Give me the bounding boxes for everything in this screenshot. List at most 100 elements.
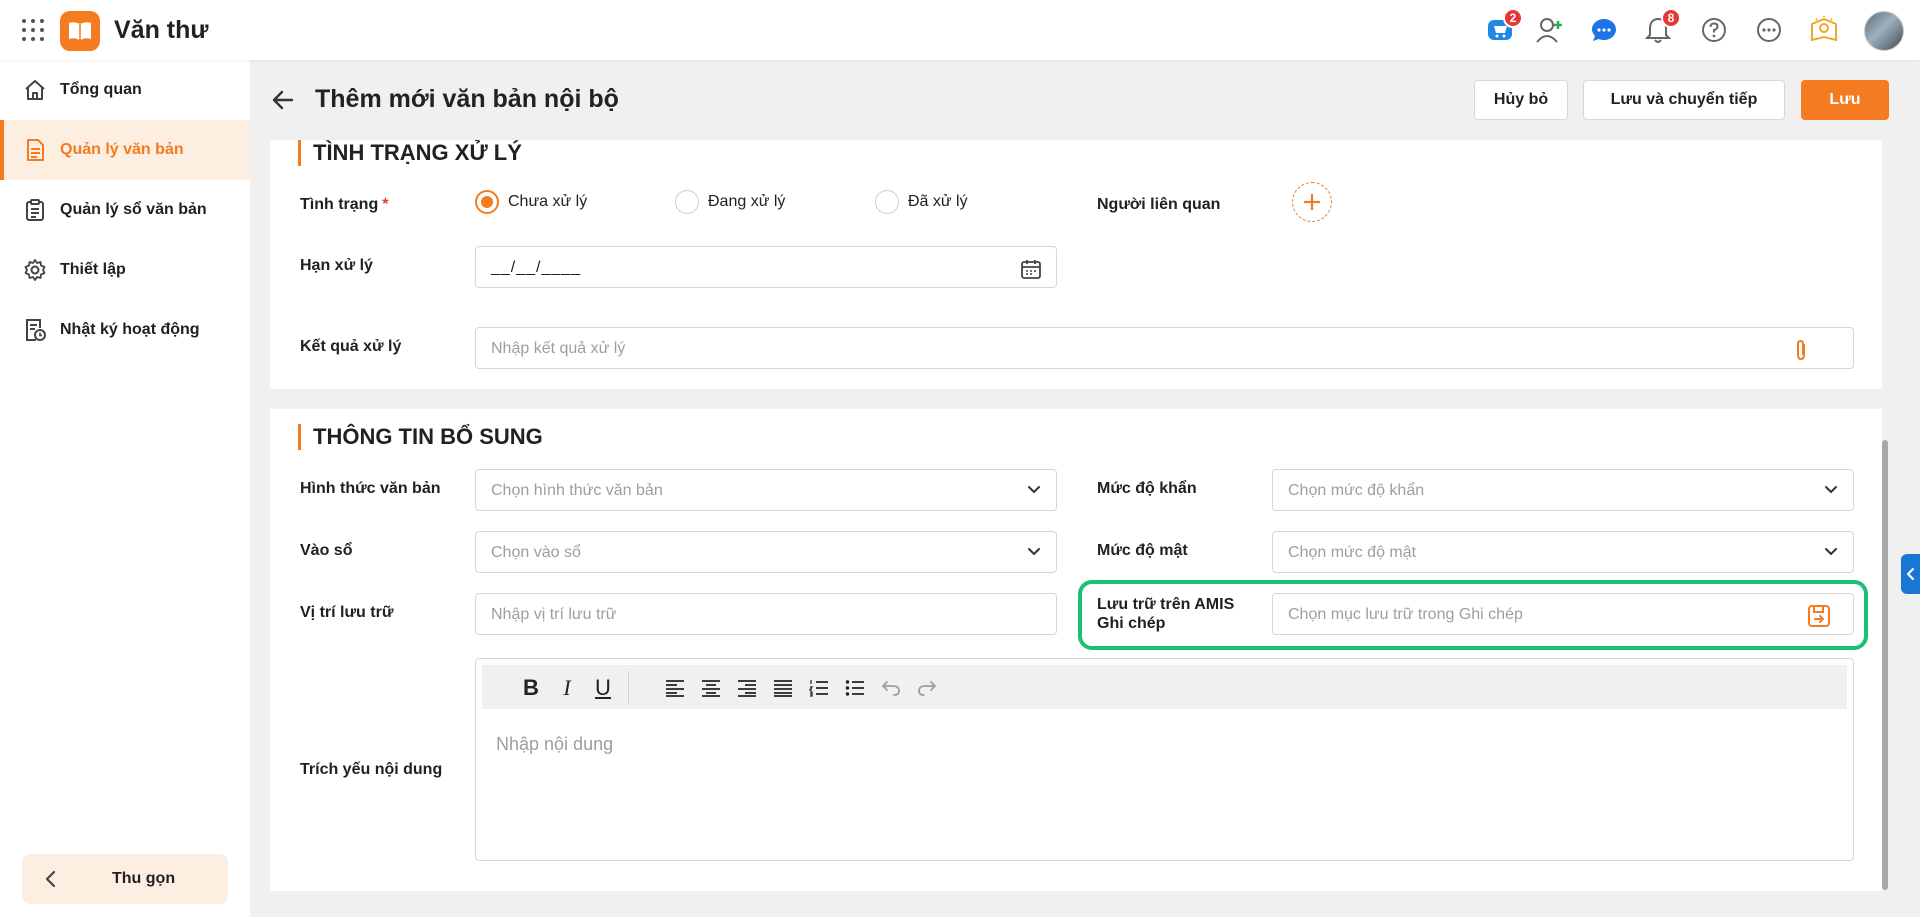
avatar[interactable]: [1864, 11, 1904, 51]
radio-circle: [675, 190, 699, 214]
additional-info-section: THÔNG TIN BỔ SUNG Hình thức văn bản Chọn…: [270, 409, 1882, 891]
result-label: Kết quả xử lý: [300, 338, 402, 355]
more-icon[interactable]: [1752, 13, 1786, 47]
collapse-sidebar-button[interactable]: Thu gọn: [22, 854, 228, 904]
cancel-button[interactable]: Hủy bỏ: [1474, 80, 1568, 120]
save-to-notes-icon[interactable]: [1807, 604, 1831, 633]
status-radio-not-processed[interactable]: Chưa xử lý: [475, 190, 587, 214]
confidentiality-label: Mức độ mật: [1097, 542, 1188, 559]
save-button[interactable]: Lưu: [1801, 80, 1889, 120]
required-mark: *: [382, 196, 389, 213]
date-mask: __/__/____: [491, 259, 582, 276]
summary-placeholder: Nhập nội dung: [496, 734, 614, 754]
urgency-select[interactable]: Chọn mức độ khẩn: [1272, 469, 1854, 511]
summary-label: Trích yếu nội dung: [300, 761, 443, 778]
register-select[interactable]: Chọn vào sổ: [475, 531, 1057, 573]
register-placeholder: Chọn vào sổ: [491, 544, 581, 561]
shopping-cart-icon[interactable]: 2: [1483, 8, 1523, 47]
urgency-label: Mức độ khẩn: [1097, 480, 1197, 497]
scroll-thumb[interactable]: [1882, 440, 1888, 890]
back-arrow-icon[interactable]: [272, 90, 294, 115]
sidebar-item-label: Quản lý văn bản: [60, 141, 184, 158]
apps-grid-icon[interactable]: [22, 19, 44, 41]
amis-storage-placeholder: Chọn mục lưu trữ trong Ghi chép: [1288, 606, 1523, 623]
save-and-forward-button[interactable]: Lưu và chuyển tiếp: [1583, 80, 1785, 120]
top-bar: Văn thư 2 8: [0, 0, 1920, 60]
home-icon: [22, 77, 48, 103]
add-user-icon[interactable]: [1533, 13, 1567, 47]
chevron-down-icon: [1823, 545, 1839, 564]
bullet-list-icon[interactable]: [842, 675, 868, 701]
sidebar-item-register-management[interactable]: Quản lý sổ văn bản: [0, 180, 250, 240]
status-label-text: Tình trạng: [300, 196, 379, 213]
chevron-down-icon: [1026, 545, 1042, 564]
sidebar-item-settings[interactable]: Thiết lập: [0, 240, 250, 300]
toolbar-divider: [628, 671, 629, 703]
sidebar-item-document-management[interactable]: Quản lý văn bản: [0, 120, 250, 180]
radio-label: Chưa xử lý: [508, 193, 588, 210]
paperclip-icon[interactable]: [1791, 339, 1811, 366]
amis-storage-input[interactable]: Chọn mục lưu trữ trong Ghi chép: [1272, 593, 1854, 635]
ordered-list-icon[interactable]: [806, 675, 832, 701]
bold-button[interactable]: B: [518, 675, 544, 701]
confidentiality-select[interactable]: Chọn mức độ mật: [1272, 531, 1854, 573]
status-radio-processed[interactable]: Đã xử lý: [875, 190, 968, 214]
sidebar-item-overview[interactable]: Tổng quan: [0, 60, 250, 120]
chevron-down-icon: [1026, 483, 1042, 502]
amis-storage-label-line2: Ghi chép: [1097, 615, 1166, 632]
align-justify-icon[interactable]: [770, 675, 796, 701]
cart-badge: 2: [1503, 8, 1523, 28]
chevron-left-icon: [1906, 567, 1914, 581]
side-panel-toggle[interactable]: [1901, 554, 1920, 594]
book-logo-icon: [60, 11, 100, 51]
editor-toolbar: B I U: [482, 665, 1847, 709]
form-content: TÌNH TRẠNG XỬ LÝ Tình trạng * Chưa xử lý …: [250, 140, 1898, 917]
document-form-label: Hình thức văn bản: [300, 480, 441, 497]
section-title: TÌNH TRẠNG XỬ LÝ: [298, 140, 522, 166]
chat-icon[interactable]: [1587, 13, 1621, 47]
align-right-icon[interactable]: [734, 675, 760, 701]
related-people-label: Người liên quan: [1097, 196, 1221, 213]
app-title: Văn thư: [114, 16, 209, 44]
clipboard-icon: [22, 197, 48, 223]
sidebar-item-label: Quản lý sổ văn bản: [60, 201, 207, 218]
status-radio-processing[interactable]: Đang xử lý: [675, 190, 785, 214]
notification-badge: 8: [1661, 8, 1681, 28]
help-icon[interactable]: [1697, 13, 1731, 47]
radio-circle: [475, 190, 499, 214]
urgency-placeholder: Chọn mức độ khẩn: [1288, 482, 1425, 499]
deadline-date-field[interactable]: __/__/____: [475, 246, 1057, 288]
gear-icon: [22, 257, 48, 283]
confidentiality-placeholder: Chọn mức độ mật: [1288, 544, 1417, 561]
align-left-icon[interactable]: [662, 675, 688, 701]
add-related-person-button[interactable]: [1292, 182, 1332, 222]
chevron-left-icon: [44, 870, 58, 893]
result-input[interactable]: Nhập kết quả xử lý: [475, 327, 1854, 369]
redo-icon[interactable]: [914, 675, 940, 701]
sidebar-item-label: Nhật ký hoạt động: [60, 321, 200, 338]
idea-icon[interactable]: [1807, 13, 1841, 47]
storage-location-input[interactable]: Nhập vị trí lưu trữ: [475, 593, 1057, 635]
radio-circle: [875, 190, 899, 214]
align-center-icon[interactable]: [698, 675, 724, 701]
radio-label: Đã xử lý: [908, 193, 968, 210]
calendar-icon[interactable]: [1020, 258, 1042, 285]
page-title: Thêm mới văn bản nội bộ: [315, 85, 619, 113]
chevron-down-icon: [1823, 483, 1839, 502]
sidebar: Tổng quan Quản lý văn bản Quản lý sổ văn…: [0, 60, 250, 917]
undo-icon[interactable]: [878, 675, 904, 701]
document-icon: [22, 137, 48, 163]
page-scrollbar[interactable]: [1880, 140, 1890, 917]
status-label: Tình trạng *: [300, 196, 388, 214]
sidebar-item-label: Tổng quan: [60, 81, 142, 98]
collapse-label: Thu gọn: [112, 870, 176, 887]
document-form-placeholder: Chọn hình thức văn bản: [491, 482, 663, 499]
summary-editor[interactable]: B I U Nhập nội dung: [475, 658, 1854, 861]
deadline-label: Hạn xử lý: [300, 257, 373, 274]
underline-button[interactable]: U: [590, 675, 616, 701]
bell-icon[interactable]: 8: [1641, 8, 1681, 47]
document-form-select[interactable]: Chọn hình thức văn bản: [475, 469, 1057, 511]
sidebar-item-activity-log[interactable]: Nhật ký hoạt động: [0, 300, 250, 360]
storage-location-label: Vị trí lưu trữ: [300, 604, 394, 621]
italic-button[interactable]: I: [554, 675, 580, 701]
